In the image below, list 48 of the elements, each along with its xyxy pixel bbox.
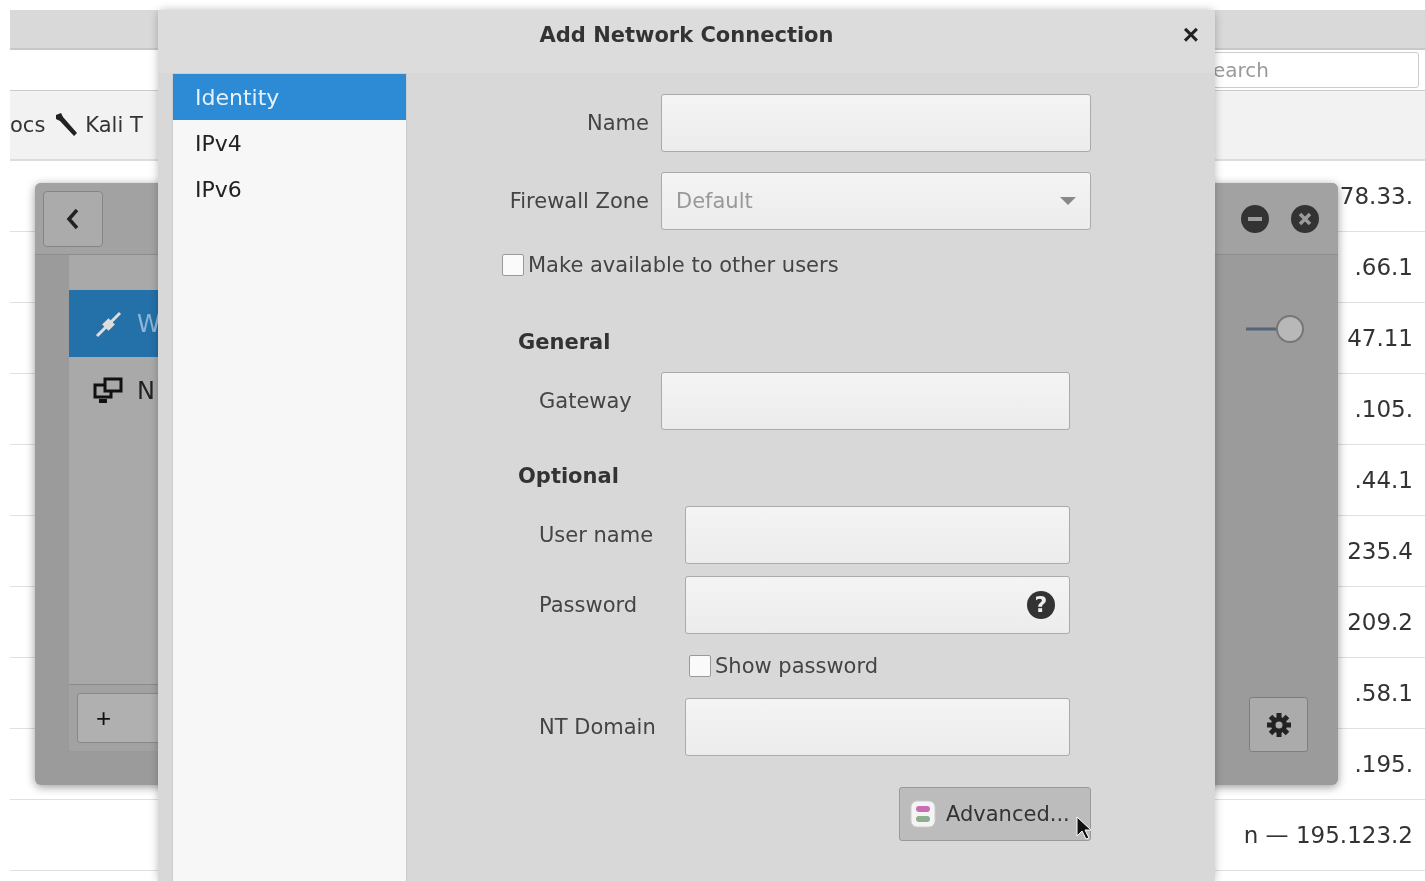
checkbox[interactable] xyxy=(502,254,524,276)
checkbox[interactable] xyxy=(689,655,711,677)
minimize-button[interactable] xyxy=(1240,203,1270,234)
table-cell: .58.1 xyxy=(1354,680,1413,706)
dropdown-caret-icon xyxy=(1060,197,1076,205)
input-field[interactable] xyxy=(661,372,1070,430)
password-field[interactable]: ? xyxy=(685,576,1070,634)
table-cell: .66.1 xyxy=(1354,254,1413,280)
input-field[interactable] xyxy=(685,698,1070,756)
chevron-left-icon xyxy=(66,207,80,230)
table-cell: 209.2 xyxy=(1347,609,1413,635)
network-icon xyxy=(93,376,123,405)
connection-name: N xyxy=(137,376,155,405)
sidebar-item[interactable]: IPv4 xyxy=(173,120,406,166)
field-label: NT Domain xyxy=(539,715,656,739)
field-label: Gateway xyxy=(539,389,632,413)
close-button[interactable] xyxy=(1290,203,1320,234)
settings-toggle-icon xyxy=(910,800,936,828)
advanced-button[interactable]: Advanced... xyxy=(899,787,1091,841)
table-cell: .105. xyxy=(1354,396,1413,422)
mouse-cursor-icon xyxy=(1076,816,1092,840)
close-button[interactable]: × xyxy=(1176,20,1205,50)
input-field[interactable] xyxy=(661,94,1091,152)
input-field[interactable] xyxy=(685,506,1070,564)
bookmark-link[interactable]: ocs xyxy=(10,113,46,137)
table-cell: .195. xyxy=(1354,751,1413,777)
help-icon: ? xyxy=(1027,591,1055,619)
dialog-title: Add Network Connection xyxy=(539,22,834,47)
table-cell: 235.4 xyxy=(1347,538,1413,564)
section-heading: General xyxy=(517,329,612,356)
section-heading: Optional xyxy=(517,463,620,490)
table-cell: 78.33. xyxy=(1339,183,1413,209)
bookmark-link[interactable]: Kali T xyxy=(85,113,143,137)
table-cell: n — 195.123.2 xyxy=(1243,822,1413,848)
sidebar-item[interactable]: IPv6 xyxy=(173,166,406,212)
checkbox-label: Make available to other users xyxy=(528,253,839,277)
close-icon xyxy=(1290,203,1320,234)
field-label: Firewall Zone xyxy=(509,189,649,213)
settings-icon xyxy=(1265,711,1292,738)
table-cell: 47.11 xyxy=(1347,325,1413,351)
field-label: User name xyxy=(539,523,654,547)
minimize-icon xyxy=(1240,203,1270,234)
table-cell: .44.1 xyxy=(1354,467,1413,493)
field-label: Name xyxy=(587,111,649,135)
settings-button[interactable] xyxy=(1249,697,1308,752)
checkbox-label: Show password xyxy=(715,654,879,678)
field-label: Password xyxy=(539,593,638,617)
back-button[interactable] xyxy=(43,190,103,247)
